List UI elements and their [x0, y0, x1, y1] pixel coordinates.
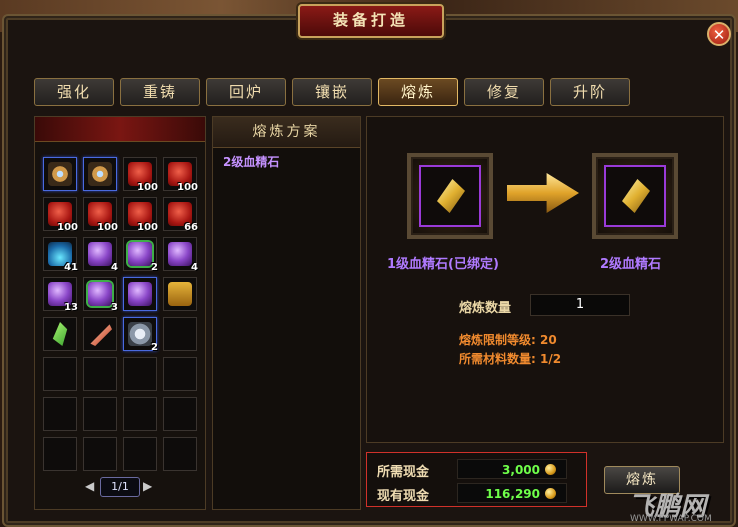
inventory-pager: ◀ 1/1 ▶	[83, 477, 157, 497]
item-count: 4	[111, 262, 118, 273]
inventory-slot[interactable]	[83, 397, 117, 431]
required-cash-label: 所需现金	[377, 465, 430, 480]
inventory-slot[interactable]	[83, 437, 117, 471]
inventory-slot[interactable]	[43, 397, 77, 431]
coin-icon	[545, 464, 556, 475]
source-item-border	[419, 165, 481, 227]
recipe-title: 熔炼方案	[213, 117, 360, 148]
page-indicator: 1/1	[100, 477, 140, 497]
inventory-slot[interactable]	[123, 437, 157, 471]
inventory-slot[interactable]: 100	[123, 197, 158, 233]
cost-box: 所需现金 3,000 现有现金 116,290	[366, 452, 587, 507]
recipe-list-item[interactable]: 2级血精石	[223, 153, 279, 170]
quantity-label: 熔炼数量	[459, 301, 512, 316]
inventory-slot[interactable]: 2	[123, 317, 158, 353]
item-count: 100	[97, 222, 118, 233]
item-count: 100	[177, 182, 198, 193]
item-count: 3	[111, 302, 118, 313]
item-count: 2	[151, 342, 158, 353]
purple-orb-icon	[88, 242, 112, 266]
inventory-slot[interactable]: 3	[83, 277, 118, 313]
inventory-slot[interactable]	[83, 157, 117, 191]
quantity-input[interactable]: 1	[530, 294, 630, 316]
inventory-slot[interactable]: 66	[163, 197, 198, 233]
owned-cash-value: 116,290	[457, 483, 567, 503]
inventory-slot[interactable]: 100	[123, 157, 158, 193]
recipe-panel: 熔炼方案 2级血精石	[212, 116, 361, 510]
item-count: 41	[64, 262, 78, 273]
inventory-slot[interactable]	[43, 357, 77, 391]
item-count: 100	[137, 182, 158, 193]
next-page-icon[interactable]: ▶	[143, 479, 152, 493]
inventory-slot[interactable]	[123, 397, 157, 431]
scroll-icon	[168, 282, 192, 306]
gear-icon	[128, 322, 152, 346]
purple-orb-icon	[128, 282, 152, 306]
arrow-right-icon	[507, 173, 579, 213]
inventory-slot[interactable]	[163, 357, 197, 391]
inventory-slot[interactable]	[163, 317, 197, 351]
source-item-name: 1级血精石(已绑定)	[387, 257, 499, 272]
window-title: 装备打造	[298, 4, 444, 38]
level-limit-text: 熔炼限制等级: 20	[459, 333, 557, 347]
tab-reforge[interactable]: 重铸	[120, 78, 200, 106]
inventory-slot[interactable]: 4	[163, 237, 198, 273]
item-count: 66	[184, 222, 198, 233]
tab-repair[interactable]: 修复	[464, 78, 544, 106]
inventory-slot[interactable]: 100	[83, 197, 118, 233]
item-count: 4	[191, 262, 198, 273]
inventory-slot[interactable]	[83, 317, 117, 351]
smelt-panel: 1级血精石(已绑定) 2级血精石 熔炼数量 1 熔炼限制等级: 20 所需材料数…	[366, 116, 724, 443]
ring-icon	[88, 162, 112, 186]
inventory-slot[interactable]: 13	[43, 277, 78, 313]
tab-upgrade[interactable]: 升阶	[550, 78, 630, 106]
inventory-slot[interactable]: 2	[123, 237, 158, 273]
blood-gem-icon	[622, 179, 650, 213]
inventory-slot[interactable]	[43, 437, 77, 471]
tab-recycle[interactable]: 回炉	[206, 78, 286, 106]
close-icon[interactable]: ✕	[707, 22, 731, 46]
feather-icon	[90, 324, 112, 346]
inventory-slot[interactable]: 100	[163, 157, 198, 193]
ring-icon	[48, 162, 72, 186]
inventory-slot[interactable]	[123, 277, 157, 311]
tab-inlay[interactable]: 镶嵌	[292, 78, 372, 106]
required-cash-value: 3,000	[457, 459, 567, 479]
item-count: 100	[137, 222, 158, 233]
material-count-text: 所需材料数量: 1/2	[459, 352, 562, 366]
result-item-border	[604, 165, 666, 227]
forge-window: 强化 重铸 回炉 镶嵌 熔炼 修复 升阶 100 100 100 100 100…	[2, 14, 736, 527]
purple-orb-icon	[168, 242, 192, 266]
blood-gem-icon	[437, 179, 465, 213]
item-count: 13	[64, 302, 78, 313]
inventory-slot[interactable]	[123, 357, 157, 391]
result-item-name: 2级血精石	[600, 257, 662, 272]
watermark-url: WWW.FPWAP.COM	[630, 514, 712, 524]
source-item-slot[interactable]	[407, 153, 493, 239]
inventory-slot[interactable]	[83, 357, 117, 391]
green-shard-icon	[52, 322, 68, 346]
inventory-slot[interactable]	[43, 317, 77, 351]
result-item-slot[interactable]	[592, 153, 678, 239]
inventory-slot[interactable]	[163, 397, 197, 431]
inventory-panel: 100 100 100 100 100 66 41 4 2 4 13 3 2 ◀…	[34, 116, 206, 510]
prev-page-icon[interactable]: ◀	[85, 479, 94, 493]
purple-orb-icon	[88, 282, 112, 306]
tab-smelt[interactable]: 熔炼	[378, 78, 458, 106]
purple-orb-icon	[128, 242, 152, 266]
inventory-slot[interactable]: 100	[43, 197, 78, 233]
item-count: 2	[151, 262, 158, 273]
item-count: 100	[57, 222, 78, 233]
inventory-slot[interactable]	[43, 157, 77, 191]
coin-icon	[545, 488, 556, 499]
tab-enhance[interactable]: 强化	[34, 78, 114, 106]
inventory-header	[35, 117, 205, 142]
inventory-slot[interactable]: 4	[83, 237, 118, 273]
inventory-slot[interactable]: 41	[43, 237, 78, 273]
inventory-slot[interactable]	[163, 437, 197, 471]
owned-cash-label: 现有现金	[377, 489, 430, 504]
inventory-slot[interactable]	[163, 277, 197, 311]
